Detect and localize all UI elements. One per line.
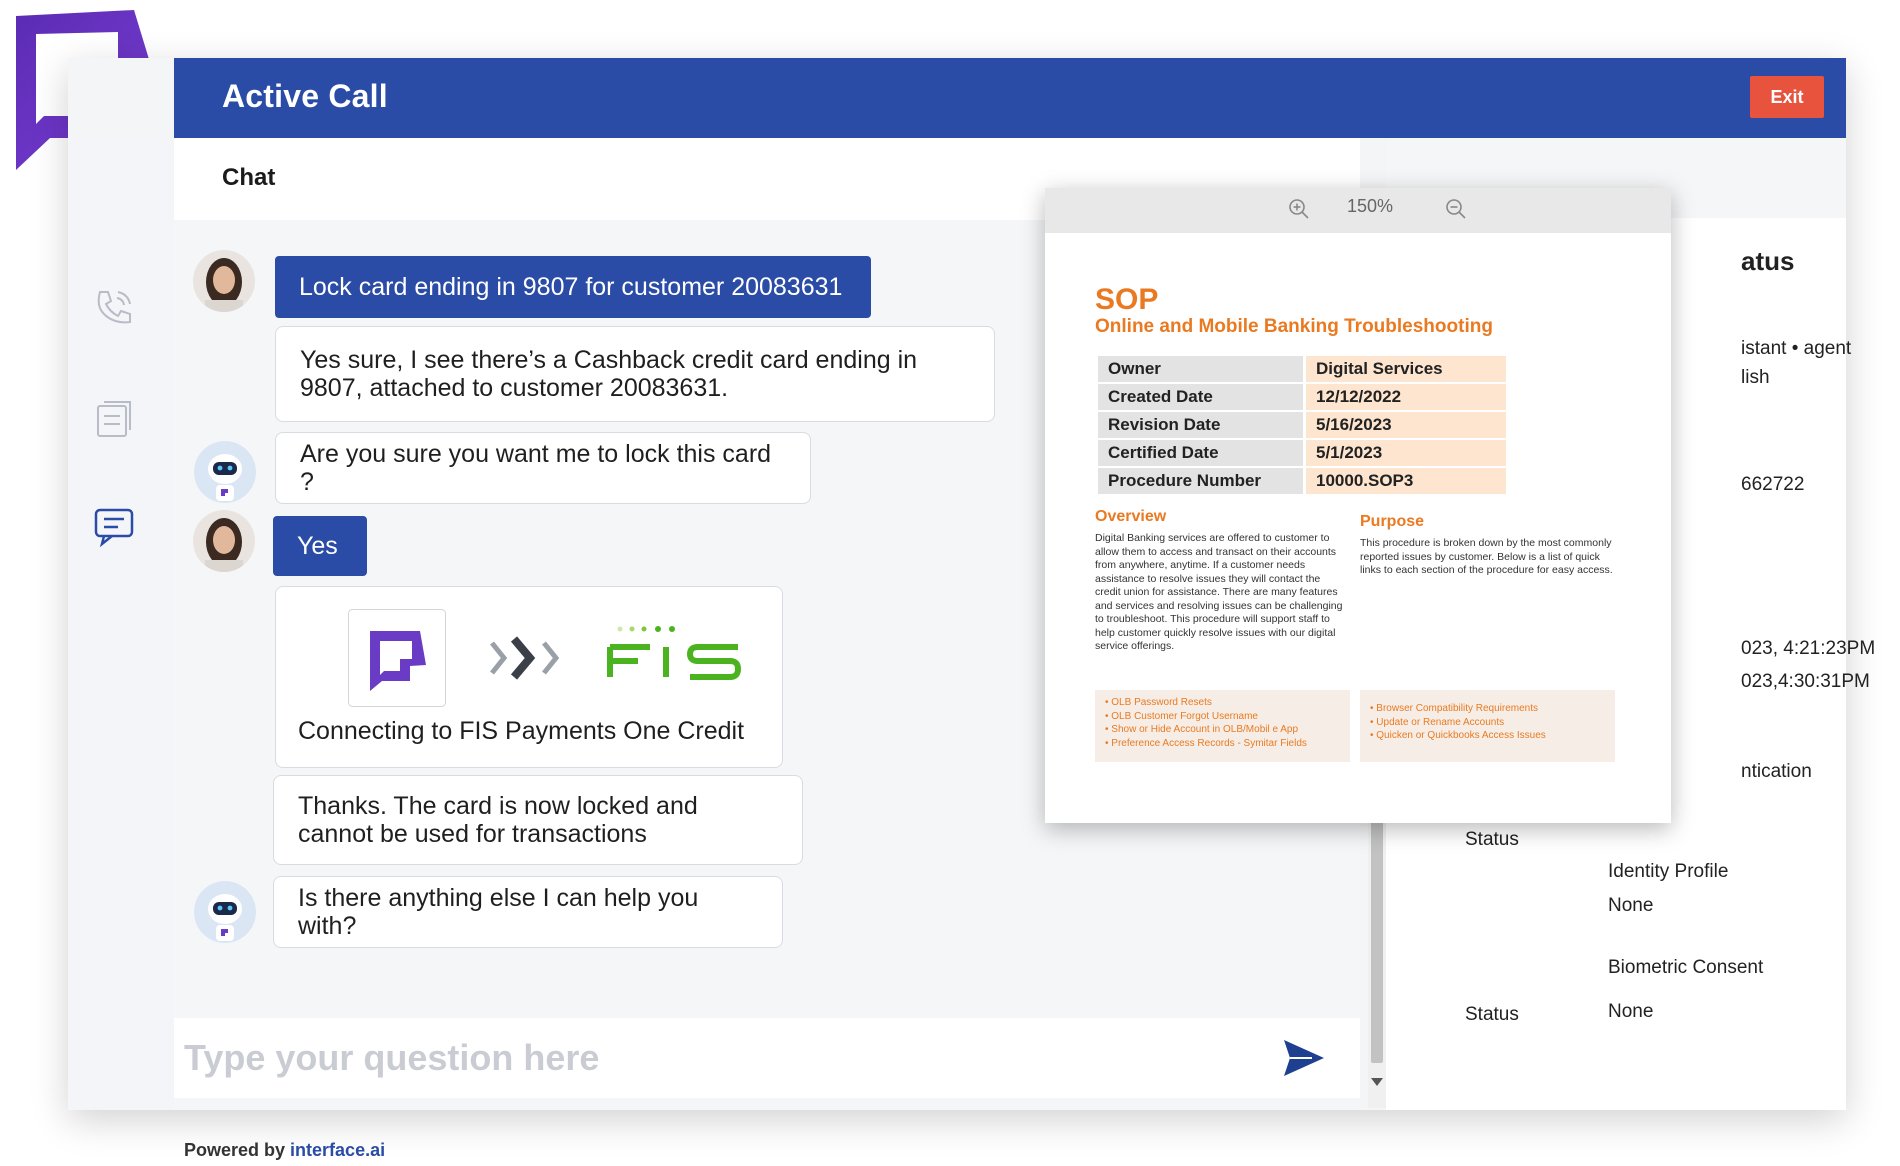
chat-icon[interactable]: [90, 502, 138, 550]
scroll-down-arrow-icon[interactable]: [1371, 1078, 1383, 1086]
user-avatar: [193, 250, 255, 312]
phone-call-icon[interactable]: [90, 284, 138, 332]
fis-logo: [607, 626, 742, 680]
bot-avatar: [194, 441, 256, 503]
authentication-label: ntication: [1741, 761, 1812, 782]
purpose-body: This procedure is broken down by the mos…: [1360, 537, 1613, 576]
chat-message: Yes sure, I see there’s a Cashback credi…: [275, 326, 995, 422]
zoom-out-icon[interactable]: [1445, 198, 1467, 220]
identity-profile-label: Identity Profile: [1608, 861, 1729, 882]
quick-links-right: • Browser Compatibility Requirements • U…: [1360, 690, 1615, 762]
chat-label: Chat: [222, 164, 276, 191]
chat-message: Lock card ending in 9807 for customer 20…: [275, 256, 871, 318]
user-avatar: [193, 510, 255, 572]
table-row: Certified Date 5/1/2023: [1098, 440, 1506, 466]
assistant-type: istant • agent: [1741, 338, 1852, 359]
sop-document-viewer: 150% SOP Online and Mobile Banking Troub…: [1045, 188, 1671, 823]
language: lish: [1741, 367, 1770, 388]
zoom-level: 150%: [1347, 196, 1394, 216]
quick-link[interactable]: • Show or Hide Account in OLB/Mobil e Ap…: [1105, 723, 1340, 737]
sop-toolbar: 150%: [1045, 188, 1671, 233]
table-row: Created Date 12/12/2022: [1098, 384, 1506, 410]
status-heading: atus: [1741, 246, 1795, 276]
quick-link[interactable]: • Preference Access Records - Symitar Fi…: [1105, 737, 1340, 751]
biometric-consent-value: None: [1608, 1001, 1654, 1022]
chat-message: Are you sure you want me to lock this ca…: [275, 432, 811, 504]
sop-title: SOP: [1095, 283, 1159, 316]
integration-card: Connecting to FIS Payments One Credit: [275, 586, 783, 768]
powered-by-link[interactable]: interface.ai: [290, 1140, 385, 1160]
table-row: Procedure Number 10000.SOP3: [1098, 468, 1506, 494]
exit-button[interactable]: Exit: [1750, 76, 1824, 118]
end-time: 023,4:30:31PM: [1741, 671, 1870, 692]
chat-message: Yes: [273, 516, 367, 576]
overview-title: Overview: [1095, 508, 1167, 525]
chat-message: Is there anything else I can help you wi…: [273, 876, 783, 948]
interface-logo-icon: [348, 609, 446, 707]
quick-link[interactable]: • Quicken or Quickbooks Access Issues: [1370, 729, 1605, 743]
session-id: 662722: [1741, 474, 1805, 495]
question-input[interactable]: [182, 1028, 1236, 1088]
sop-meta-table: Owner Digital Services Created Date 12/12/…: [1095, 354, 1509, 496]
composer: [174, 1018, 1360, 1098]
documents-icon[interactable]: [90, 394, 138, 442]
chat-message: Thanks. The card is now locked and canno…: [273, 775, 803, 865]
quick-link[interactable]: • Browser Compatibility Requirements: [1370, 702, 1605, 716]
chat-message: Connecting to FIS Payments One Credit: [298, 717, 745, 745]
bot-avatar: [194, 881, 256, 943]
table-row: Owner Digital Services: [1098, 356, 1506, 382]
table-row: Revision Date 5/16/2023: [1098, 412, 1506, 438]
quick-link[interactable]: • OLB Password Resets: [1105, 696, 1340, 710]
biometric-consent-label: Biometric Consent: [1608, 957, 1764, 978]
purpose-title: Purpose: [1360, 513, 1425, 530]
status-label: Status: [1465, 829, 1519, 850]
zoom-in-icon[interactable]: [1288, 198, 1310, 220]
quick-link[interactable]: • OLB Customer Forgot Username: [1105, 710, 1340, 724]
page-title: Active Call: [222, 78, 388, 114]
identity-profile-value: None: [1608, 895, 1654, 916]
sop-subtitle: Online and Mobile Banking Troubleshootin…: [1095, 316, 1493, 337]
overview-body: Digital Banking services are offered to …: [1095, 532, 1343, 652]
powered-by: Powered by interface.ai: [184, 1140, 386, 1160]
top-bar: Active Call Exit: [174, 58, 1846, 138]
left-rail: [68, 138, 174, 1110]
status-label: Status: [1465, 1004, 1519, 1025]
chevrons-right-icon: [490, 636, 560, 680]
quick-link[interactable]: • Update or Rename Accounts: [1370, 716, 1605, 730]
quick-links-left: • OLB Password Resets • OLB Customer For…: [1095, 690, 1350, 762]
start-time: 023, 4:21:23PM: [1741, 638, 1876, 659]
send-icon[interactable]: [1282, 1038, 1326, 1078]
